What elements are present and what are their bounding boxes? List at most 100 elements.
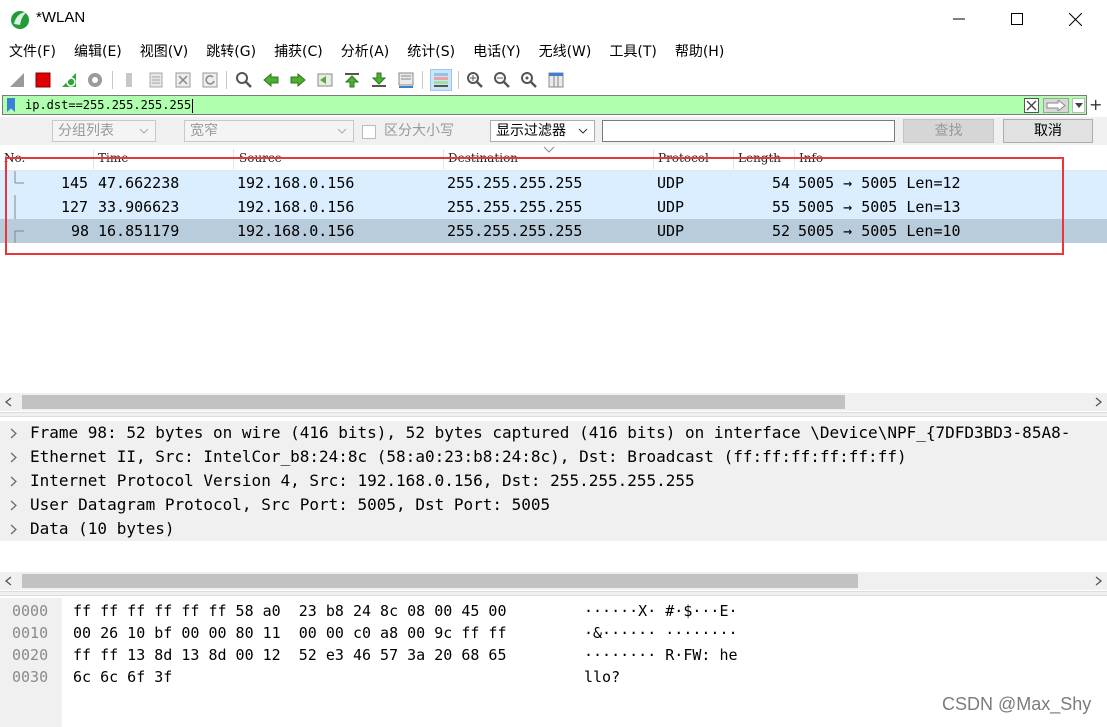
packet-list-hscrollbar[interactable]: [0, 393, 1107, 411]
char-width-select[interactable]: 宽窄: [184, 120, 354, 142]
toolbar-separator: [112, 71, 113, 89]
column-divider[interactable]: [233, 149, 234, 169]
zoom-normal-button[interactable]: [518, 69, 540, 91]
case-sensitive-checkbox[interactable]: [362, 125, 376, 139]
first-packet-button[interactable]: [341, 69, 363, 91]
find-packet-button[interactable]: [233, 69, 255, 91]
detail-tree-item-data[interactable]: Data (10 bytes): [0, 517, 1107, 541]
ascii-bytes[interactable]: ········ R·FW: he: [584, 644, 738, 666]
column-divider[interactable]: [93, 149, 94, 169]
go-to-packet-button[interactable]: [314, 69, 336, 91]
chevron-right-icon[interactable]: [1095, 576, 1103, 586]
zoom-in-button[interactable]: [464, 69, 486, 91]
reload-file-button[interactable]: [199, 69, 221, 91]
chevron-right-icon[interactable]: [10, 524, 17, 535]
last-packet-button[interactable]: [368, 69, 390, 91]
column-divider[interactable]: [443, 149, 444, 169]
chevron-right-icon[interactable]: [10, 500, 17, 511]
save-file-button[interactable]: [145, 69, 167, 91]
detail-tree-item-udp[interactable]: User Datagram Protocol, Src Port: 5005, …: [0, 493, 1107, 517]
capture-options-button[interactable]: [84, 69, 106, 91]
pane-splitter[interactable]: [0, 591, 1107, 596]
start-capture-button[interactable]: [6, 69, 28, 91]
column-header-time[interactable]: Time: [98, 151, 128, 165]
apply-filter-button[interactable]: [1043, 98, 1069, 113]
cancel-button[interactable]: 取消: [1003, 119, 1093, 143]
menu-analyze[interactable]: 分析(A): [332, 40, 399, 64]
detail-tree-item-ethernet[interactable]: Ethernet II, Src: IntelCor_b8:24:8c (58:…: [0, 445, 1107, 469]
scrollbar-thumb[interactable]: [22, 574, 858, 588]
add-filter-button[interactable]: +: [1089, 96, 1102, 114]
menu-file[interactable]: 文件(F): [0, 40, 65, 64]
search-text-input[interactable]: [602, 120, 895, 142]
chevron-right-icon[interactable]: [1095, 397, 1103, 407]
column-header-destination[interactable]: Destination: [448, 151, 518, 165]
related-packet-line-icon: [14, 195, 16, 219]
bookmark-icon[interactable]: [7, 98, 15, 112]
go-back-button[interactable]: [260, 69, 282, 91]
packet-info: 5005 → 5005 Len=13: [798, 198, 961, 216]
column-header-no[interactable]: No.: [4, 151, 25, 165]
menu-go[interactable]: 跳转(G): [197, 40, 265, 64]
maximize-button[interactable]: [988, 0, 1046, 38]
hex-bytes[interactable]: 00 26 10 bf 00 00 80 11 00 00 c0 a8 00 9…: [73, 622, 506, 644]
packet-row[interactable]: 127 33.906623 192.168.0.156 255.255.255.…: [0, 195, 1107, 219]
close-button[interactable]: [1046, 0, 1104, 38]
detail-tree-item-frame[interactable]: Frame 98: 52 bytes on wire (416 bits), 5…: [0, 421, 1107, 445]
hex-bytes[interactable]: 6c 6c 6f 3f: [73, 666, 172, 688]
search-type-select[interactable]: 显示过滤器: [490, 120, 595, 142]
go-forward-button[interactable]: [287, 69, 309, 91]
detail-tree-item-ipv4[interactable]: Internet Protocol Version 4, Src: 192.16…: [0, 469, 1107, 493]
open-file-button[interactable]: [118, 69, 140, 91]
scrollbar-thumb[interactable]: [22, 395, 845, 409]
details-hscrollbar[interactable]: [0, 572, 1107, 590]
chevron-right-icon[interactable]: [10, 476, 17, 487]
menu-view[interactable]: 视图(V): [131, 40, 198, 64]
column-header-info[interactable]: Info: [799, 151, 823, 165]
detail-label: Ethernet II, Src: IntelCor_b8:24:8c (58:…: [30, 447, 907, 466]
minimize-button[interactable]: [930, 0, 988, 38]
stop-capture-button[interactable]: [32, 69, 54, 91]
close-file-button[interactable]: [172, 69, 194, 91]
ascii-bytes[interactable]: llo?: [584, 666, 620, 688]
hex-bytes[interactable]: ff ff 13 8d 13 8d 00 12 52 e3 46 57 3a 2…: [73, 644, 506, 666]
hex-bytes[interactable]: ff ff ff ff ff ff 58 a0 23 b8 24 8c 08 0…: [73, 600, 506, 622]
chevron-right-icon[interactable]: [10, 452, 17, 463]
menu-capture[interactable]: 捕获(C): [265, 40, 332, 64]
display-filter-bar[interactable]: ip.dst==255.255.255.255: [2, 95, 1087, 115]
packet-row-selected[interactable]: 98 16.851179 192.168.0.156 255.255.255.2…: [0, 219, 1107, 243]
colorize-button[interactable]: [430, 69, 452, 91]
ascii-bytes[interactable]: ·&······ ········: [584, 622, 738, 644]
autoscroll-button[interactable]: [395, 69, 417, 91]
zoom-out-button[interactable]: [491, 69, 513, 91]
column-divider[interactable]: [733, 149, 734, 169]
chevron-right-icon[interactable]: [10, 428, 17, 439]
menu-tools[interactable]: 工具(T): [600, 40, 665, 64]
ascii-bytes[interactable]: ······X· #·$···E·: [584, 600, 738, 622]
find-button[interactable]: 查找: [903, 119, 994, 143]
column-divider[interactable]: [653, 149, 654, 169]
packet-info: 5005 → 5005 Len=12: [798, 174, 961, 192]
column-header-source[interactable]: Source: [239, 151, 282, 165]
column-header-length[interactable]: Length: [738, 151, 781, 165]
packet-destination: 255.255.255.255: [447, 198, 583, 216]
menu-wireless[interactable]: 无线(W): [530, 40, 601, 64]
chevron-left-icon[interactable]: [4, 397, 12, 407]
menu-help[interactable]: 帮助(H): [666, 40, 733, 64]
resize-columns-button[interactable]: [545, 69, 567, 91]
pane-splitter[interactable]: [0, 412, 1107, 417]
column-divider[interactable]: [794, 149, 795, 169]
clear-filter-button[interactable]: [1024, 98, 1039, 113]
filter-history-dropdown[interactable]: [1072, 98, 1085, 113]
packet-row[interactable]: 145 47.662238 192.168.0.156 255.255.255.…: [0, 171, 1107, 195]
resize-columns-icon: [548, 72, 564, 88]
chevron-left-icon[interactable]: [4, 576, 12, 586]
chevron-down-icon: [1074, 103, 1083, 108]
display-filter-input[interactable]: ip.dst==255.255.255.255: [25, 97, 194, 113]
menu-statistics[interactable]: 统计(S): [398, 40, 464, 64]
menu-telephony[interactable]: 电话(Y): [464, 40, 529, 64]
search-scope-select[interactable]: 分组列表: [52, 120, 156, 142]
restart-capture-button[interactable]: [58, 69, 80, 91]
menu-edit[interactable]: 编辑(E): [65, 40, 131, 64]
column-header-protocol[interactable]: Protocol: [658, 151, 709, 165]
